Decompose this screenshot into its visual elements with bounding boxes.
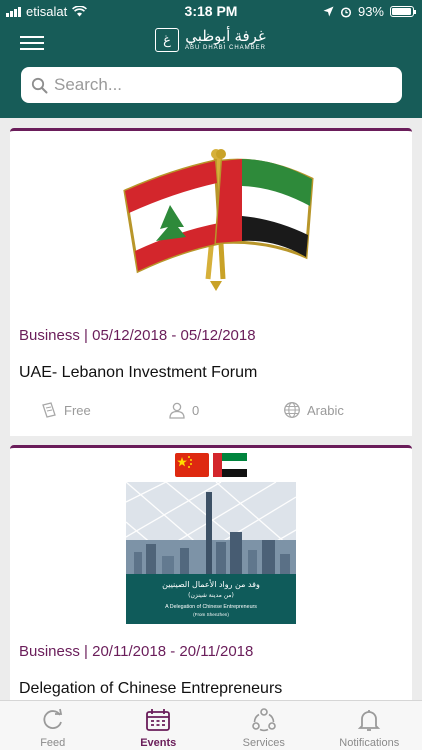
abu-dhabi-chamber-logo: ﻍ غرفة أبوظبي ABU DHABI CHAMBER <box>155 28 266 52</box>
logo-arabic-text: غرفة أبوظبي <box>185 28 266 45</box>
event-category-dates: Business | 20/11/2018 - 20/11/2018 <box>19 643 254 660</box>
price-stat: Free <box>40 401 91 419</box>
event-card[interactable]: وفد من رواد الأعمال الصينيين (من مدينة ش… <box>10 445 412 705</box>
search-icon <box>31 77 48 93</box>
user-icon <box>169 402 185 419</box>
price-label: Free <box>64 402 91 418</box>
location-arrow-icon <box>323 6 334 17</box>
battery-icon <box>390 6 416 17</box>
globe-icon <box>284 402 300 418</box>
event-title[interactable]: UAE- Lebanon Investment Forum <box>19 364 257 382</box>
uae-flag-icon <box>213 453 247 477</box>
language-stat: Arabic <box>283 401 344 419</box>
tab-notifications[interactable]: Notifications <box>317 701 422 750</box>
poster-english-title: A Delegation of Chinese Entrepreneurs <box>165 604 257 610</box>
uae-lebanon-flags-image <box>123 149 314 291</box>
chamber-emblem-icon: ﻍ <box>155 28 179 52</box>
event-stats: Free 0 Arabic <box>40 401 380 423</box>
attendees-count: 0 <box>192 402 200 418</box>
calendar-icon <box>146 709 171 731</box>
tab-feed-label: Feed <box>40 737 66 749</box>
bell-icon <box>358 710 381 731</box>
event-title[interactable]: Delegation of Chinese Entrepreneurs <box>19 680 282 698</box>
bottom-tab-bar: Feed Events Services Notifications <box>0 700 422 750</box>
battery-level <box>392 8 411 15</box>
china-flag-icon <box>175 453 209 477</box>
event-card[interactable]: Business | 05/12/2018 - 05/12/2018 UAE- … <box>10 128 412 436</box>
tab-events[interactable]: Events <box>106 701 212 750</box>
hamburger-menu-icon[interactable] <box>20 34 46 52</box>
refresh-icon <box>43 708 62 729</box>
attendees-stat: 0 <box>168 401 199 419</box>
battery-percent: 93% <box>357 4 384 19</box>
logo-english-text: ABU DHABI CHAMBER <box>185 45 267 51</box>
tab-services[interactable]: Services <box>211 701 317 750</box>
status-right: 93% <box>323 4 416 19</box>
language-label: Arabic <box>307 402 344 418</box>
tab-events-label: Events <box>140 737 177 749</box>
app-header: etisalat 3:18 PM 93% ﻍ غرفة أبوظبي ABU D… <box>0 0 422 118</box>
search-bar[interactable] <box>21 67 402 103</box>
tab-feed[interactable]: Feed <box>0 701 106 750</box>
tab-notifications-label: Notifications <box>339 737 400 749</box>
ticket-icon <box>42 402 56 418</box>
tab-services-label: Services <box>242 737 285 749</box>
chinese-delegation-poster: وفد من رواد الأعمال الصينيين (من مدينة ش… <box>126 482 296 624</box>
event-category-dates: Business | 05/12/2018 - 05/12/2018 <box>19 327 256 344</box>
alarm-icon <box>340 6 352 18</box>
poster-english-subtitle: (From Shenzhen) <box>193 612 229 617</box>
status-bar: etisalat 3:18 PM 93% <box>0 0 422 24</box>
poster-arabic-title: وفد من رواد الأعمال الصينيين <box>162 579 260 589</box>
services-cycle-icon <box>251 708 276 732</box>
search-input[interactable] <box>54 75 374 95</box>
poster-arabic-subtitle: (من مدينة شينزن) <box>188 592 234 599</box>
